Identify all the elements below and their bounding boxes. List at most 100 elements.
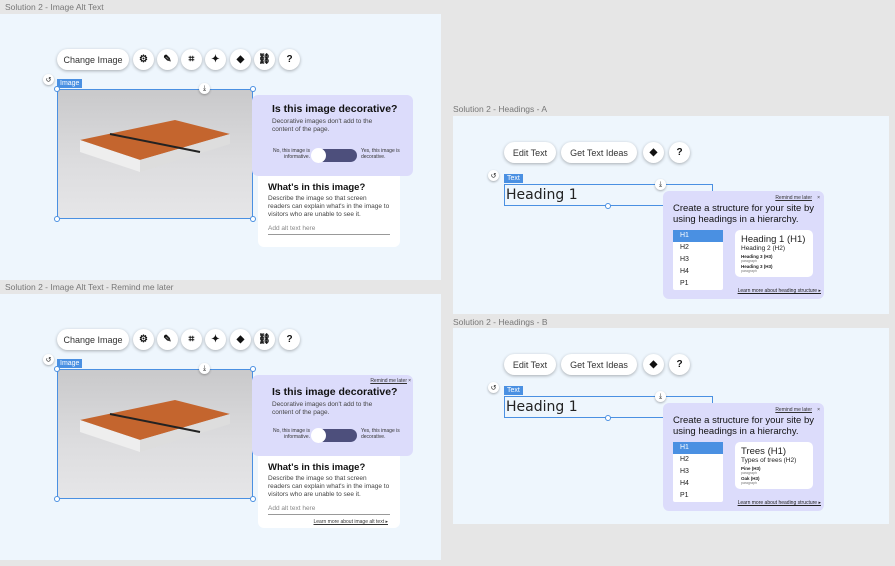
no-label: No, this image is informative.: [273, 148, 310, 160]
alt-text-card: What's in this image? Describe the image…: [258, 176, 400, 247]
book-illustration: [80, 400, 230, 452]
gear-icon[interactable]: ⚙: [133, 329, 154, 350]
animation-icon[interactable]: ◆: [230, 49, 251, 70]
animation-icon[interactable]: ◆: [643, 354, 664, 375]
level-option[interactable]: H2: [673, 242, 723, 254]
alt-text-input[interactable]: Add alt text here: [268, 225, 390, 235]
pen-icon[interactable]: ✎: [157, 49, 178, 70]
learn-more-link[interactable]: Learn more about heading structure ▸: [738, 500, 821, 506]
edit-text-button[interactable]: Edit Text: [504, 142, 556, 163]
edit-text-button[interactable]: Edit Text: [504, 354, 556, 375]
yes-label: Yes, this image is decorative.: [361, 148, 400, 160]
whats-desc: Describe the image so that screen reader…: [268, 475, 390, 498]
rotate-icon[interactable]: ↺: [488, 170, 499, 181]
close-icon[interactable]: ×: [817, 195, 820, 201]
decorative-desc: Decorative images don't add to the conte…: [272, 118, 373, 133]
decorative-toggle[interactable]: [311, 148, 357, 163]
preview-h1: Heading 1 (H1): [741, 234, 806, 245]
rotate-icon[interactable]: ↺: [488, 382, 499, 393]
preview-paragraph: paragraph: [741, 259, 757, 263]
decorative-toggle[interactable]: [311, 428, 357, 443]
download-icon[interactable]: ⤓: [199, 83, 210, 94]
animation-icon[interactable]: ◆: [643, 142, 664, 163]
resize-handle[interactable]: [250, 496, 256, 502]
heading-level-list[interactable]: H1 H2 H3 H4 P1: [673, 442, 723, 502]
magic-wand-icon[interactable]: ✦: [205, 329, 226, 350]
decorative-panel: Is this image decorative? Decorative ima…: [252, 95, 413, 176]
link-icon[interactable]: ⛓: [254, 49, 275, 70]
level-option[interactable]: H1: [673, 230, 723, 242]
pen-icon[interactable]: ✎: [157, 329, 178, 350]
headings-panel: Remind me later × Create a structure for…: [663, 191, 824, 299]
whats-desc: Describe the image so that screen reader…: [268, 195, 390, 218]
help-icon[interactable]: ?: [279, 329, 300, 350]
frame-label: Solution 2 - Headings - A: [453, 104, 548, 114]
preview-h2: Heading 2 (H2): [741, 245, 786, 252]
whats-title: What's in this image?: [268, 462, 366, 473]
remind-later-link[interactable]: Remind me later: [775, 407, 812, 413]
resize-handle[interactable]: [54, 216, 60, 222]
get-text-ideas-button[interactable]: Get Text Ideas: [561, 354, 637, 375]
level-option[interactable]: H3: [673, 466, 723, 478]
toggle-knob: [311, 148, 326, 163]
remind-later-link[interactable]: Remind me later: [775, 195, 812, 201]
resize-handle[interactable]: [250, 216, 256, 222]
change-image-button[interactable]: Change Image: [57, 49, 129, 70]
change-image-button[interactable]: Change Image: [57, 329, 129, 350]
book-image[interactable]: [57, 369, 253, 499]
remind-later-link[interactable]: Remind me later: [370, 378, 407, 384]
help-icon[interactable]: ?: [669, 142, 690, 163]
image-tag: Image: [57, 79, 83, 88]
image-tag: Image: [57, 359, 83, 368]
yes-label: Yes, this image is decorative.: [361, 428, 400, 440]
link-icon[interactable]: ⛓: [254, 329, 275, 350]
decorative-title: Is this image decorative?: [272, 386, 398, 398]
preview-paragraph: paragraph: [741, 471, 757, 475]
book-illustration: [80, 120, 230, 172]
preview-h1: Trees (H1): [741, 446, 787, 457]
level-option[interactable]: H4: [673, 478, 723, 490]
text-tag: Text: [504, 174, 523, 183]
decorative-panel: Remind me later × Is this image decorati…: [252, 375, 413, 456]
decorative-title: Is this image decorative?: [272, 103, 398, 115]
book-image[interactable]: [57, 89, 253, 219]
close-icon[interactable]: ×: [408, 378, 411, 384]
level-option[interactable]: H3: [673, 254, 723, 266]
crop-icon[interactable]: ⌗: [181, 329, 202, 350]
rotate-icon[interactable]: ↺: [43, 354, 54, 365]
gear-icon[interactable]: ⚙: [133, 49, 154, 70]
toggle-knob: [311, 428, 326, 443]
heading-preview: Trees (H1) Types of trees (H2) Pine (H3)…: [735, 442, 813, 489]
resize-handle[interactable]: [605, 203, 611, 209]
level-option[interactable]: P1: [673, 490, 723, 502]
download-icon[interactable]: ⤓: [655, 391, 666, 402]
get-text-ideas-button[interactable]: Get Text Ideas: [561, 142, 637, 163]
learn-more-link[interactable]: Learn more about heading structure ▸: [738, 288, 821, 294]
level-option[interactable]: H4: [673, 266, 723, 278]
resize-handle[interactable]: [250, 366, 256, 372]
help-icon[interactable]: ?: [669, 354, 690, 375]
download-icon[interactable]: ⤓: [199, 363, 210, 374]
alt-text-input[interactable]: Add alt text here: [268, 505, 390, 515]
level-option[interactable]: P1: [673, 278, 723, 290]
magic-wand-icon[interactable]: ✦: [205, 49, 226, 70]
close-icon[interactable]: ×: [817, 407, 820, 413]
frame-label: Solution 2 - Image Alt Text - Remind me …: [5, 282, 174, 292]
resize-handle[interactable]: [54, 496, 60, 502]
preview-paragraph: paragraph: [741, 481, 757, 485]
heading-level-list[interactable]: H1 H2 H3 H4 P1: [673, 230, 723, 290]
level-option[interactable]: H1: [673, 442, 723, 454]
learn-more-link[interactable]: Learn more about image alt text ▸: [314, 519, 389, 525]
text-tag: Text: [504, 386, 523, 395]
rotate-icon[interactable]: ↺: [43, 74, 54, 85]
help-icon[interactable]: ?: [279, 49, 300, 70]
resize-handle[interactable]: [605, 415, 611, 421]
download-icon[interactable]: ⤓: [655, 179, 666, 190]
resize-handle[interactable]: [54, 86, 60, 92]
animation-icon[interactable]: ◆: [230, 329, 251, 350]
crop-icon[interactable]: ⌗: [181, 49, 202, 70]
resize-handle[interactable]: [54, 366, 60, 372]
resize-handle[interactable]: [250, 86, 256, 92]
level-option[interactable]: H2: [673, 454, 723, 466]
decorative-desc: Decorative images don't add to the conte…: [272, 401, 373, 416]
